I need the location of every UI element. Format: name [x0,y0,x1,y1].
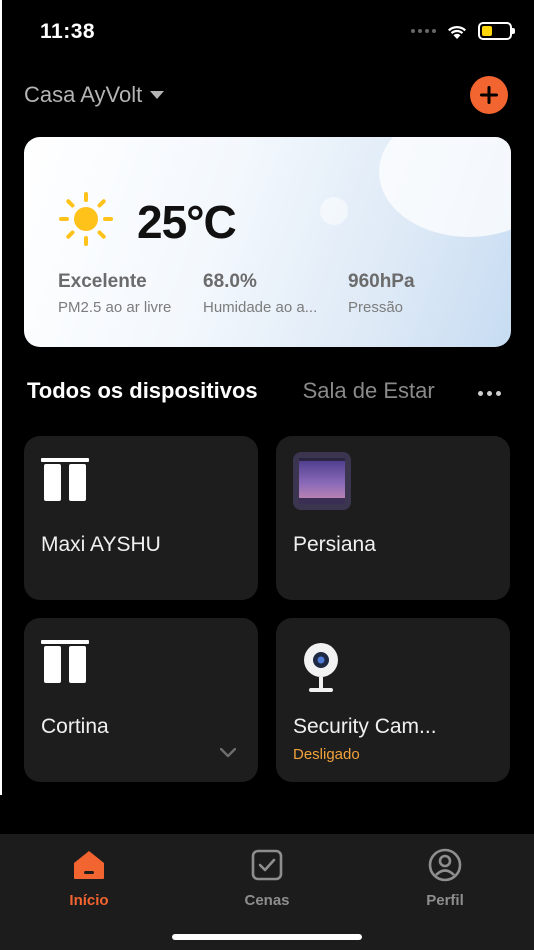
tab-all-devices[interactable]: Todos os dispositivos [27,378,258,404]
status-time: 11:38 [40,20,96,43]
decor-bubble [320,197,348,225]
home-indicator [172,934,362,940]
battery-icon [478,22,515,40]
tab-profile[interactable]: Perfil [385,848,505,909]
curtain-icon [41,640,89,683]
device-name: Security Cam... [293,715,437,738]
security-camera-icon [304,643,338,692]
tab-label: Cenas [244,892,290,909]
metric-label: Pressão [348,299,404,316]
tab-living-room[interactable]: Sala de Estar [303,378,435,404]
tab-label: Início [69,892,109,909]
caret-down-icon [150,91,165,99]
checkbox-icon [251,849,283,881]
app-screen: 11:38 Casa AyVolt 25°C Excelente PM2.5 a… [0,0,534,950]
tab-scenes[interactable]: Cenas [207,848,327,909]
device-name: Persiana [293,533,376,556]
chevron-down-icon[interactable] [220,748,236,758]
home-selector[interactable]: Casa AyVolt [24,82,165,108]
device-status: Desligado [293,746,360,763]
metric-value: 960hPa [348,271,415,292]
room-tabs: Todos os dispositivos Sala de Estar [27,378,507,404]
metric-pressure: 960hPa Pressão [348,271,415,316]
metric-label: PM2.5 ao ar livre [58,299,172,316]
metric-humidity: 68.0% Humidade ao a... [203,271,317,316]
curtain-icon [41,458,89,501]
metric-value: Excelente [58,271,147,292]
metric-label: Humidade ao a... [203,299,318,316]
weather-card[interactable]: 25°C Excelente PM2.5 ao ar livre 68.0% H… [24,137,511,347]
tab-home[interactable]: Início [29,848,149,909]
device-card[interactable]: Maxi AYSHU [24,436,258,600]
decor-bubble [379,137,511,237]
device-card[interactable]: Security Cam... Desligado [276,618,510,782]
sun-icon [58,191,114,252]
bottom-tab-bar: Início Cenas Perfil [0,834,534,950]
device-name: Cortina [41,715,109,738]
profile-icon [428,848,462,882]
device-name: Maxi AYSHU [41,533,161,556]
wifi-icon [448,25,466,39]
metric-value: 68.0% [203,271,257,292]
status-icons [411,22,515,40]
edge-line [0,0,2,795]
more-icon[interactable] [478,391,501,396]
temperature: 25°C [137,196,237,248]
blind-window-icon [293,452,351,510]
metric-air-quality: Excelente PM2.5 ao ar livre [58,271,171,316]
add-device-button[interactable] [470,76,508,114]
plus-icon [480,86,498,104]
signal-icon [411,29,436,33]
home-icon [74,851,104,879]
device-card[interactable]: Cortina [24,618,258,782]
home-name-label: Casa AyVolt [24,82,143,107]
device-card[interactable]: Persiana [276,436,510,600]
tab-label: Perfil [426,892,464,909]
